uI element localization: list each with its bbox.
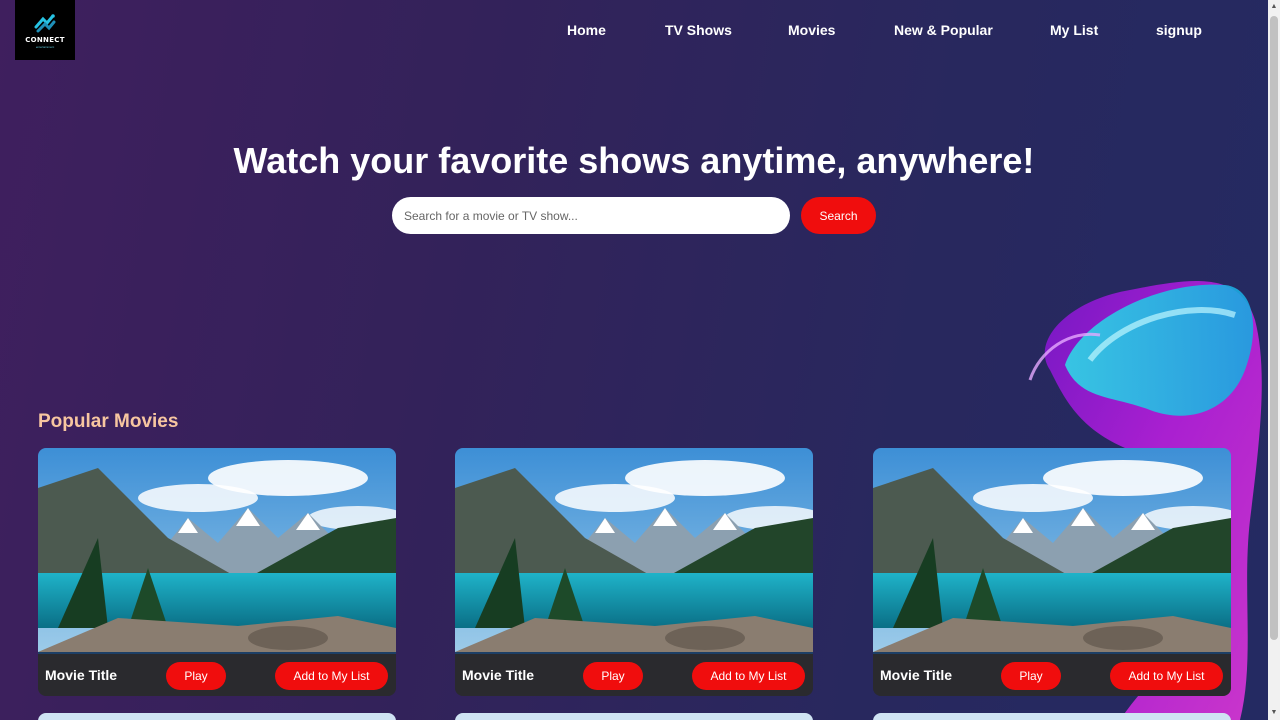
nav-link-signup[interactable]: signup — [1156, 22, 1202, 38]
movie-card-footer: Movie Title Play Add to My List — [38, 652, 396, 696]
play-button[interactable]: Play — [583, 662, 643, 690]
nav-link-home[interactable]: Home — [567, 22, 606, 38]
movie-title: Movie Title — [45, 667, 118, 683]
movie-title: Movie Title — [880, 667, 953, 683]
main-nav: Home TV Shows Movies New & Popular My Li… — [0, 22, 1268, 42]
movie-card: Movie Title Play Add to My List — [873, 448, 1231, 696]
movie-poster-image[interactable] — [873, 448, 1231, 652]
movie-card: Movie Title Play Add to My List — [455, 448, 813, 696]
arrow-down-icon[interactable]: ▼ — [1268, 706, 1280, 720]
movie-card-next-row[interactable] — [38, 713, 396, 720]
page-scrollbar[interactable]: ▲ ▼ — [1268, 0, 1280, 720]
section-heading-popular: Popular Movies — [38, 411, 179, 432]
movie-poster-image[interactable] — [455, 448, 813, 652]
movie-card: Movie Title Play Add to My List — [38, 448, 396, 696]
movie-card-next-row[interactable] — [455, 713, 813, 720]
add-to-my-list-button[interactable]: Add to My List — [692, 662, 805, 690]
movie-title: Movie Title — [462, 667, 535, 683]
play-button[interactable]: Play — [1001, 662, 1061, 690]
movie-card-footer: Movie Title Play Add to My List — [873, 652, 1231, 696]
nav-link-tv-shows[interactable]: TV Shows — [665, 22, 732, 38]
nav-link-new-popular[interactable]: New & Popular — [894, 22, 993, 38]
movie-card-footer: Movie Title Play Add to My List — [455, 652, 813, 696]
nav-link-my-list[interactable]: My List — [1050, 22, 1098, 38]
nav-link-movies[interactable]: Movies — [788, 22, 835, 38]
add-to-my-list-button[interactable]: Add to My List — [275, 662, 388, 690]
play-button[interactable]: Play — [166, 662, 226, 690]
movie-card-next-row[interactable] — [873, 713, 1231, 720]
add-to-my-list-button[interactable]: Add to My List — [1110, 662, 1223, 690]
arrow-up-icon[interactable]: ▲ — [1268, 0, 1280, 14]
logo-tagline: entertainment — [35, 45, 55, 49]
page: CONNECT entertainment Home TV Shows Movi… — [0, 0, 1268, 720]
movie-poster-image[interactable] — [38, 448, 396, 652]
scrollbar-thumb[interactable] — [1270, 16, 1278, 640]
search-button[interactable]: Search — [801, 197, 876, 234]
hero-title: Watch your favorite shows anytime, anywh… — [233, 140, 1035, 181]
search-input[interactable] — [392, 197, 790, 234]
